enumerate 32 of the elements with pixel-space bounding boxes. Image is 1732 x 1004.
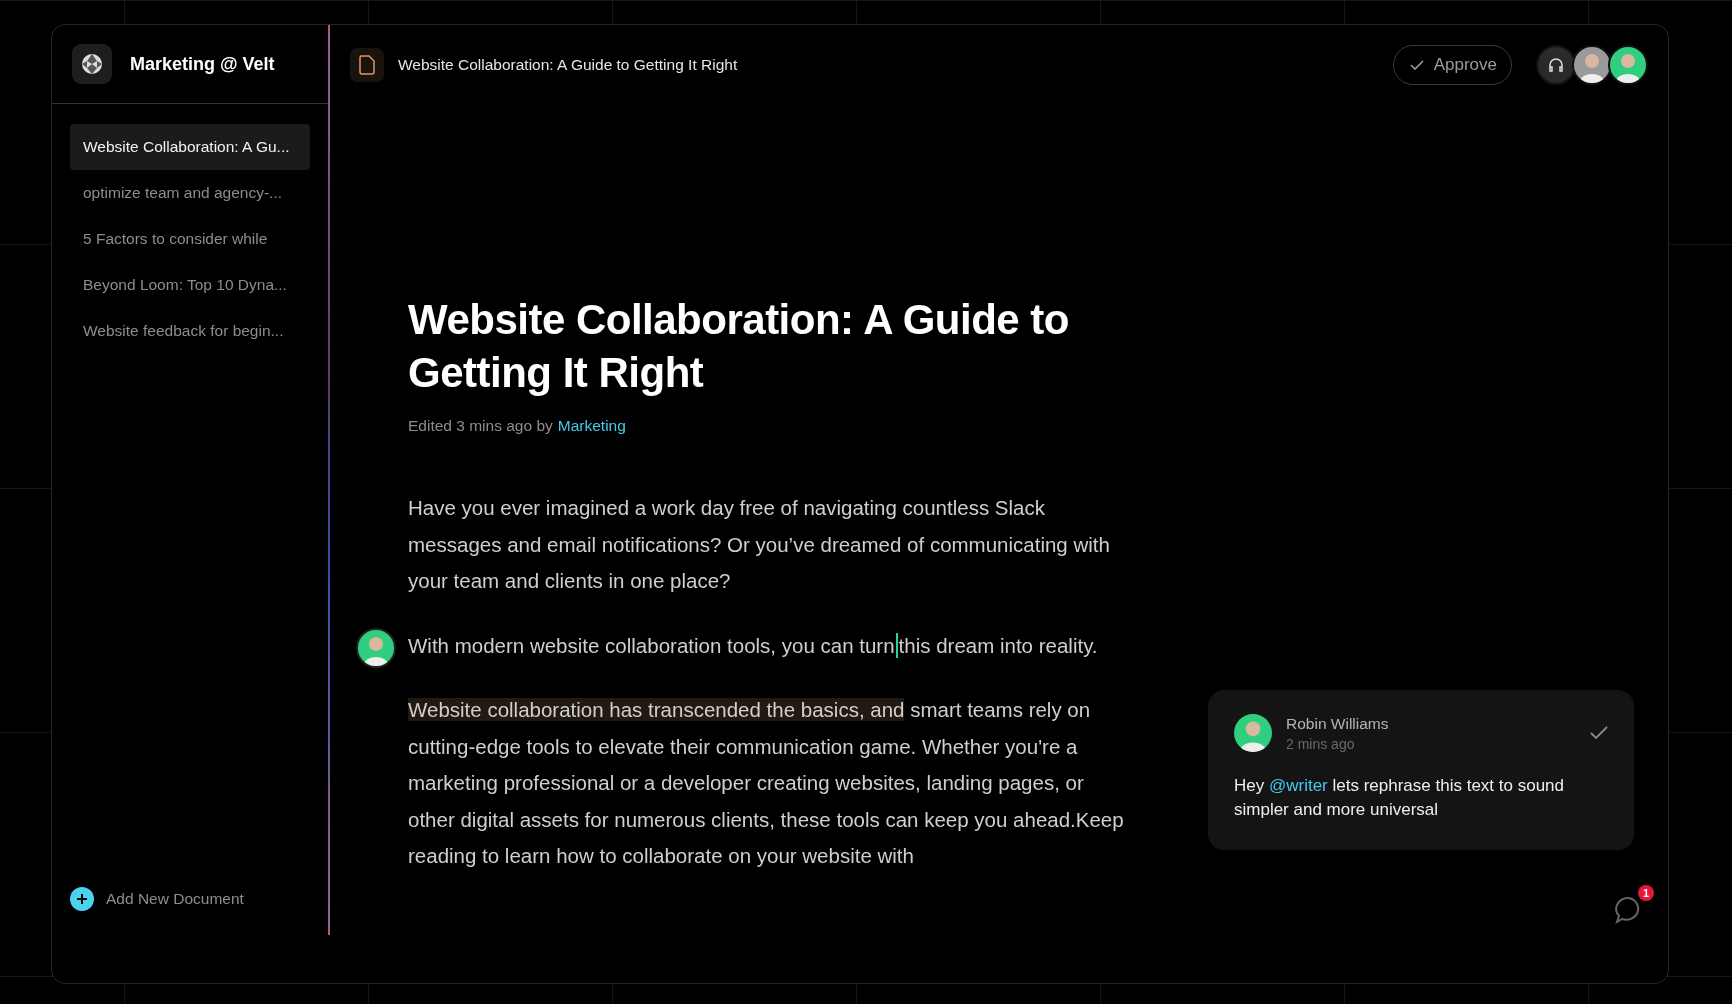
document-item[interactable]: Website Collaboration: A Gu... bbox=[70, 124, 310, 170]
comments-button[interactable]: 1 bbox=[1614, 885, 1654, 927]
document-icon bbox=[350, 48, 384, 82]
document-item[interactable]: optimize team and agency-... bbox=[70, 170, 310, 216]
headphones-icon bbox=[1548, 57, 1564, 73]
commenter-avatar bbox=[1234, 714, 1272, 752]
huddle-button[interactable] bbox=[1536, 45, 1576, 85]
document-item[interactable]: Website feedback for begin... bbox=[70, 308, 310, 354]
article-title: Website Collaboration: A Guide to Getting It Right bbox=[408, 295, 1070, 398]
approve-button[interactable]: Approve bbox=[1392, 45, 1512, 85]
document-item[interactable]: Beyond Loom: Top 10 Dyna... bbox=[70, 262, 310, 308]
workspace-name: Marketing @ Velt bbox=[130, 53, 275, 75]
edited-info: Edited 3 mins ago by bbox=[408, 417, 553, 435]
notification-badge: 1 bbox=[1638, 885, 1654, 901]
text-cursor bbox=[895, 632, 898, 658]
add-document-button[interactable]: Add New Document bbox=[70, 887, 244, 911]
document-item[interactable]: 5 Factors to consider while bbox=[70, 216, 310, 262]
user-avatar[interactable] bbox=[1572, 45, 1612, 85]
author-link[interactable]: Marketing bbox=[557, 417, 626, 435]
comment-text: Hey @writer lets rephrase this text to sound simpler and more universal bbox=[1234, 775, 1566, 821]
workspace-logo-icon bbox=[72, 44, 112, 84]
comment-author: Robin Williams bbox=[1286, 714, 1390, 733]
paragraph: With modern website collaboration tools, you can turn this dream into reality. bbox=[408, 627, 1133, 664]
check-icon bbox=[1409, 59, 1424, 71]
user-avatar[interactable] bbox=[1608, 45, 1648, 85]
comment-time: 2 mins ago bbox=[1286, 735, 1356, 752]
resolve-check-icon[interactable] bbox=[1590, 726, 1608, 740]
plus-icon bbox=[70, 887, 94, 911]
commenter-avatar[interactable] bbox=[356, 627, 396, 668]
paragraph: Have you ever imagined a work day free of navigating countless Slack messages and email notifications? Or you’ve dreamed of communicating with your team and clients in one place? bbox=[408, 495, 1111, 594]
document-title: Website Collaboration: A Guide to Getting It Right bbox=[398, 56, 739, 74]
paragraph: Website collaboration has transcended the basics, and smart teams rely on cutting-edge tools to elevate their communication game. Whether you're a marketing professional or a developer creating websites, landing pages, or other digital assets for numerous clients, these tools can keep you ahead.Keep reading to learn how to collaborate on your website with bbox=[408, 697, 1125, 869]
